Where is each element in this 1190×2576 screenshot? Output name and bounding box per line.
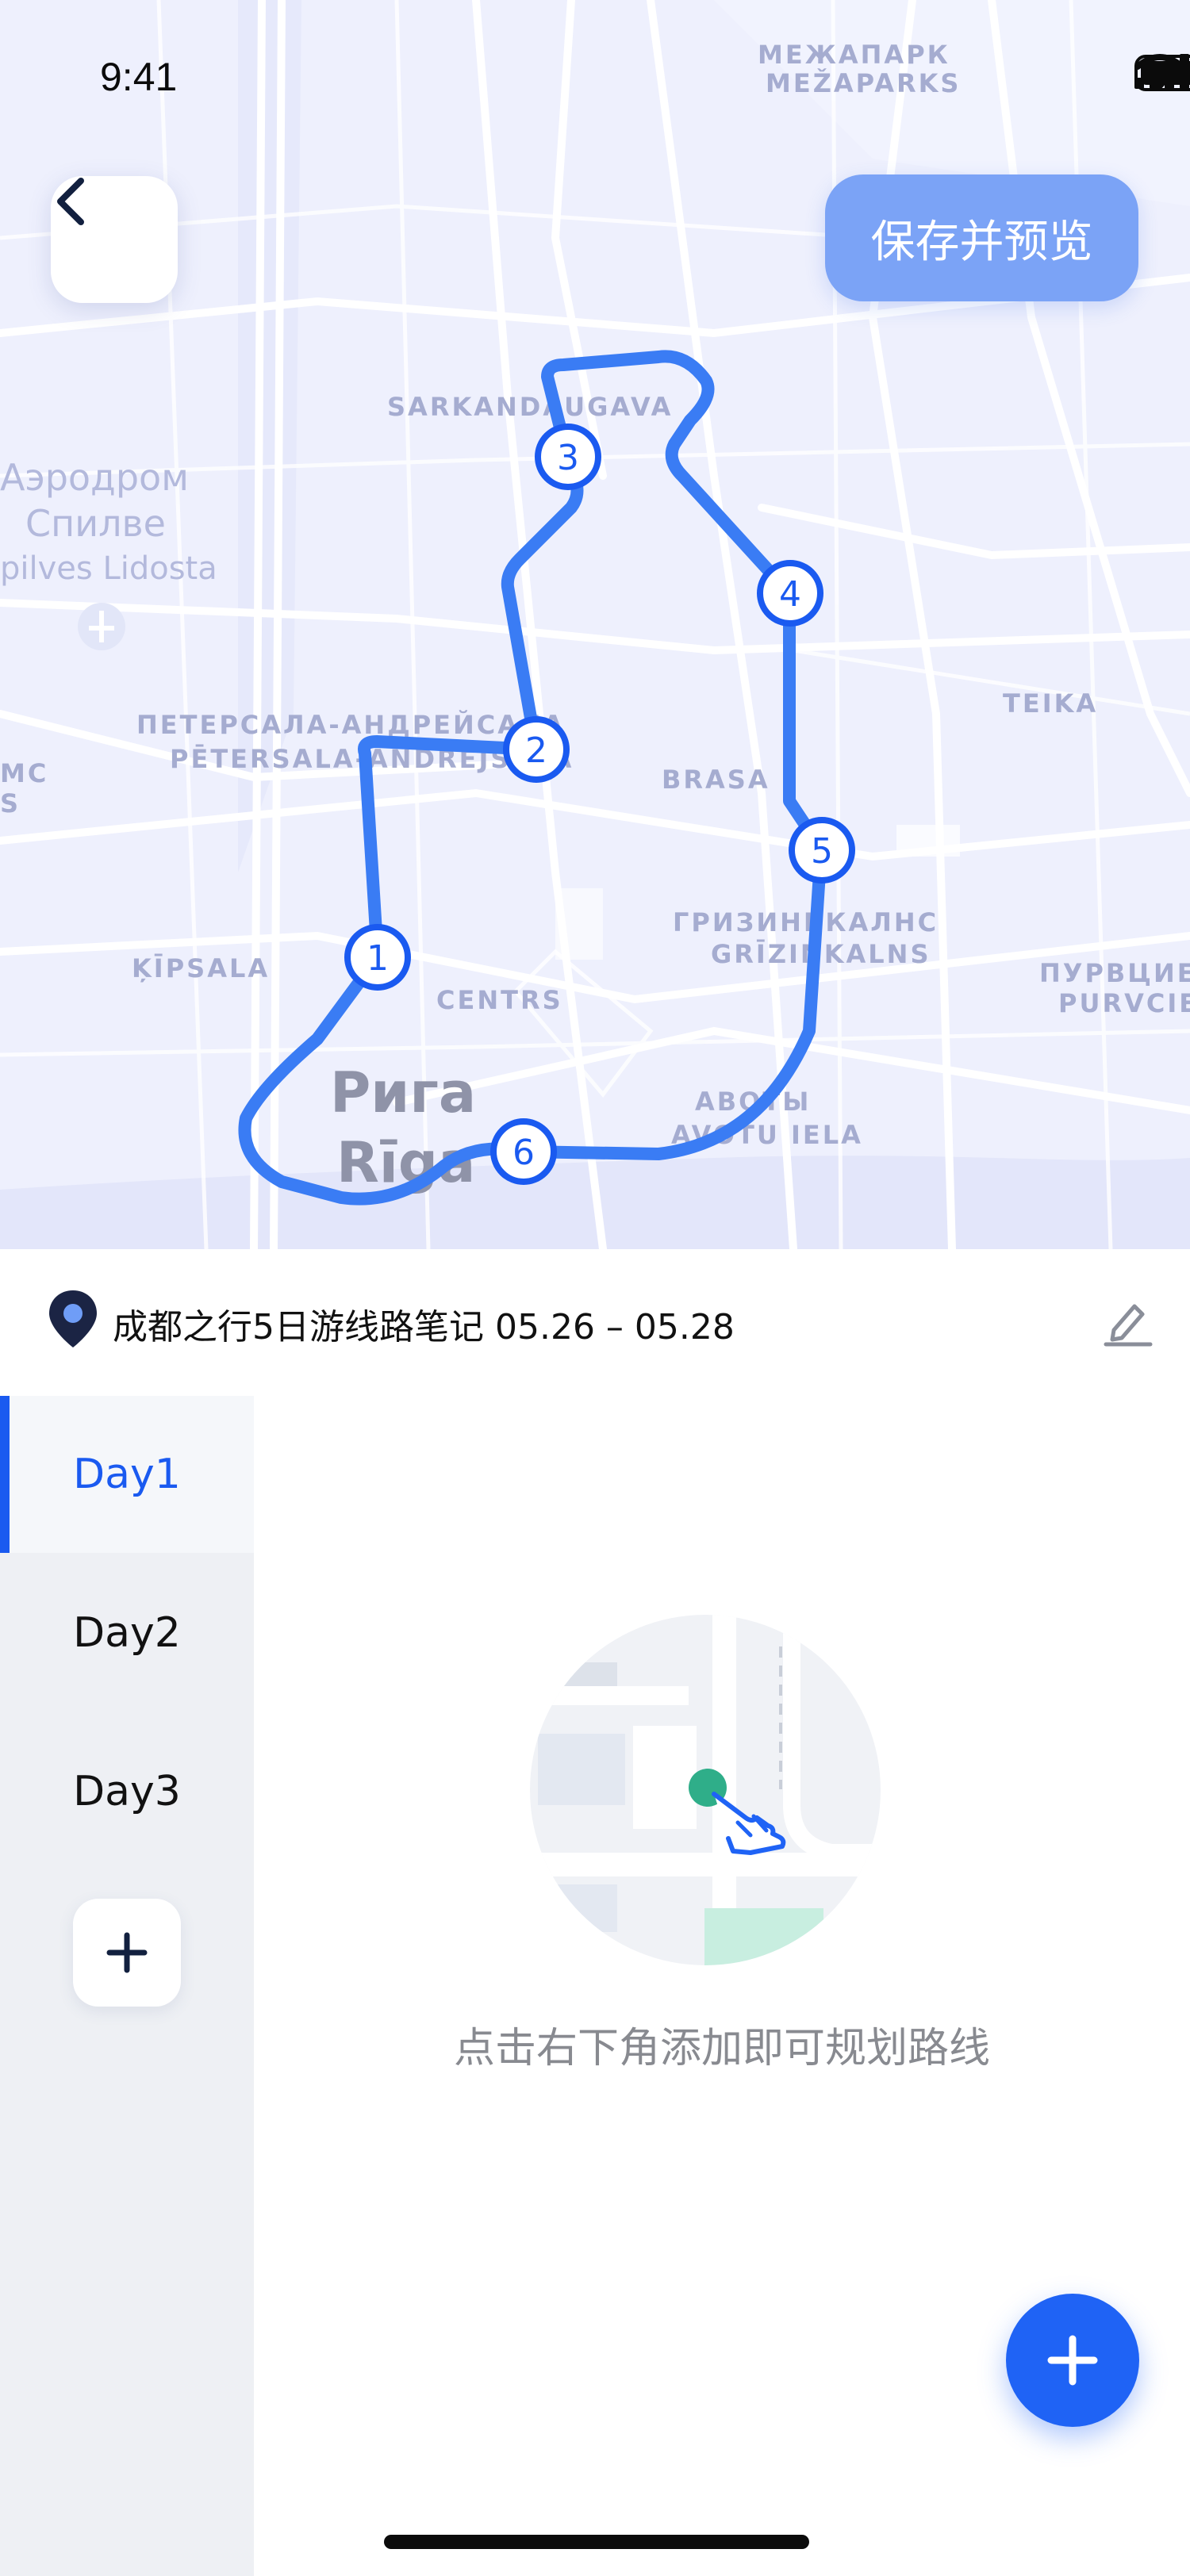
day-tab-2[interactable]: Day2 xyxy=(0,1554,254,1712)
svg-text:2: 2 xyxy=(525,730,547,771)
svg-text:CENTRS: CENTRS xyxy=(436,985,563,1015)
svg-text:6: 6 xyxy=(512,1133,535,1173)
route-marker-2: 2 xyxy=(503,716,570,783)
location-pin-icon xyxy=(49,1290,97,1347)
svg-text:Рига: Рига xyxy=(330,1060,476,1125)
svg-text:SARKANDAUGAVA: SARKANDAUGAVA xyxy=(387,392,673,422)
add-route-fab[interactable] xyxy=(1006,2294,1139,2427)
empty-state-illustration xyxy=(530,1615,881,1965)
svg-text:ПУРВЦИЕМС: ПУРВЦИЕМС xyxy=(1039,958,1190,988)
home-indicator xyxy=(384,2535,809,2549)
route-marker-6: 6 xyxy=(490,1118,557,1185)
day-sidebar: Day1 Day2 Day3 xyxy=(0,1396,254,2576)
day-tab-label: Day3 xyxy=(73,1768,181,1815)
svg-text:4: 4 xyxy=(779,574,801,615)
map-illustration xyxy=(530,1615,881,1965)
svg-text:1: 1 xyxy=(367,938,389,979)
back-chevron-icon xyxy=(57,178,84,225)
svg-text:pilves Lidosta: pilves Lidosta xyxy=(0,550,217,587)
empty-state-message: 点击右下角添加即可规划路线 xyxy=(453,2025,990,2072)
status-bar: 9:41 xyxy=(0,48,1190,111)
day-tab-3[interactable]: Day3 xyxy=(0,1713,254,1870)
add-day-button[interactable] xyxy=(73,1899,181,2007)
active-day-indicator xyxy=(0,1396,10,1553)
edit-pencil-icon[interactable] xyxy=(1101,1295,1154,1347)
svg-text:5: 5 xyxy=(811,831,833,872)
plus-icon xyxy=(1047,2335,1098,2386)
svg-text:МС: МС xyxy=(0,758,48,788)
status-time: 9:41 xyxy=(100,55,178,99)
battery-icon xyxy=(1134,55,1190,91)
svg-text:ГРИЗИНЬКАЛНС: ГРИЗИНЬКАЛНС xyxy=(673,907,939,937)
trip-title: 成都之行5日游线路笔记 05.26 – 05.28 xyxy=(113,1307,735,1347)
back-button[interactable] xyxy=(51,176,178,303)
route-marker-5: 5 xyxy=(789,817,855,884)
svg-text:Спилве: Спилве xyxy=(25,502,166,545)
svg-text:BRASA: BRASA xyxy=(662,765,770,795)
day-tab-1[interactable]: Day1 xyxy=(0,1396,254,1553)
svg-text:ПЕТЕРСАЛА-АНДРЕЙСАЛА: ПЕТЕРСАЛА-АНДРЕЙСАЛА xyxy=(136,710,565,740)
route-marker-3: 3 xyxy=(535,424,601,490)
route-marker-1: 1 xyxy=(344,924,411,991)
save-and-preview-button[interactable]: 保存并预览 xyxy=(825,174,1138,301)
trip-title-bar: 成都之行5日游线路笔记 05.26 – 05.28 xyxy=(0,1249,1190,1396)
svg-text:S: S xyxy=(0,788,21,818)
svg-text:3: 3 xyxy=(557,438,579,478)
route-map[interactable]: МЕЖАПАРК MEŽAPARKS SARKANDAUGAVA ПЕТЕРСА… xyxy=(0,0,1190,1249)
svg-text:PURVCIEMS: PURVCIEMS xyxy=(1058,988,1190,1018)
svg-text:ĶĪPSALA: ĶĪPSALA xyxy=(132,953,270,983)
plus-icon xyxy=(106,1932,148,1973)
svg-text:Аэродром: Аэродром xyxy=(0,456,189,499)
route-marker-4: 4 xyxy=(757,560,823,627)
svg-text:TEIKA: TEIKA xyxy=(1003,688,1098,719)
day-tab-label: Day1 xyxy=(73,1451,181,1498)
day-tab-label: Day2 xyxy=(73,1609,181,1657)
